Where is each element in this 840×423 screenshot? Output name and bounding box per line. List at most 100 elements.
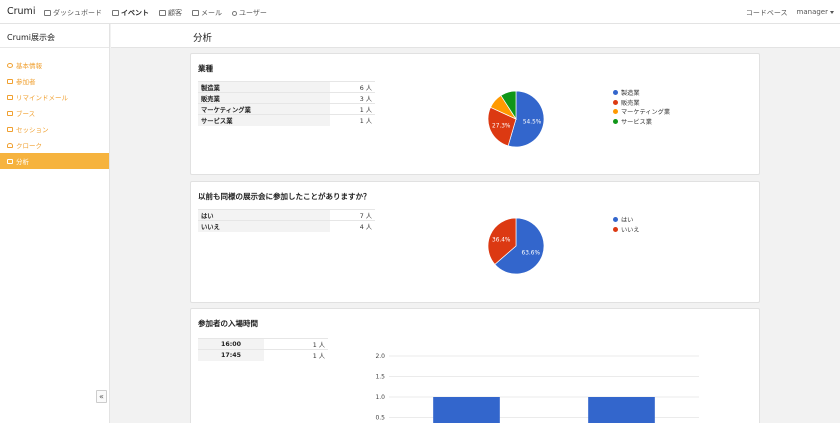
users-icon [7,78,13,84]
entry-table: 16:00 1 人 17:45 1 人 [198,338,328,361]
legend-swatch [613,217,618,223]
previous-card-title: 以前も同様の展示会に参加したことがありますか？ [198,192,371,201]
industry-card-title: 業種 [198,64,213,73]
customers-icon [159,10,166,16]
user-menu-label: manager [796,8,828,16]
industry-card: 業種 製造業 6 人 販売業 3 人 マーケティング業 1 人 サービス業 1 人 54… [190,53,760,175]
table-value: 1 人 [330,114,375,126]
dashboard-icon [44,10,51,16]
y-tick-label: 2.0 [375,353,385,360]
calendar-icon [112,10,119,16]
table-value: 1 人 [264,349,328,361]
sidebar-item-label: 参加者 [16,78,36,86]
sidebar: Crumi展示会 基本情報 参加者 リマインドメール ブース セッション クロー… [0,24,110,423]
table-row: 17:45 1 人 [198,349,328,361]
table-row: 販売業 3 人 [198,92,375,104]
table-value: 6 人 [330,81,375,93]
brand-logo[interactable]: Crumi [7,6,35,17]
industry-pie-chart: 54.5% 27.3% [487,90,545,148]
legend-item: 製造業 [613,88,670,98]
user-menu[interactable]: manager [797,8,834,18]
sidebar-item-session[interactable]: セッション [0,121,109,137]
nav-dashboard-label: ダッシュボード [53,9,102,17]
table-key: はい [198,209,330,221]
booth-icon [7,110,13,116]
table-key: 販売業 [198,92,330,104]
table-key: サービス業 [198,114,330,126]
sidebar-title: Crumi展示会 [0,24,109,48]
nav-mail[interactable]: メール [192,8,222,18]
table-key: 17:45 [198,349,264,361]
codebase-link[interactable]: コードベース [746,8,788,18]
sidebar-item-label: クローク [16,142,42,150]
legend-swatch [613,99,618,105]
bar-chart-icon [7,158,13,164]
pie-slice-label: 27.3% [492,124,511,130]
legend-label: サービス業 [621,118,652,126]
previous-participation-card: 以前も同様の展示会に参加したことがありますか？ はい 7 人 いいえ 4 人 63.… [190,181,760,303]
legend-swatch [613,226,618,232]
legend-item: はい [613,215,640,225]
industry-legend: 製造業 販売業マーケティング業 サービス業 [613,88,670,126]
table-value: 1 人 [330,103,375,115]
nav-users-label: ユーザー [239,9,267,17]
table-value: 4 人 [330,220,375,232]
entry-time-card: 参加者の入場時間 16:00 1 人 17:45 1 人 0.5 1.0 1.5 2.0 [190,308,760,423]
main-nav: ダッシュボード イベント 顧客 メール ユーザー [44,8,267,18]
legend-swatch [613,118,618,124]
nav-dashboard[interactable]: ダッシュボード [44,8,102,18]
mail-icon [192,10,199,16]
y-tick-label: 1.0 [375,394,385,401]
table-row: いいえ 4 人 [198,220,375,232]
table-value: 3 人 [330,92,375,104]
table-value: 1 人 [264,338,328,350]
legend-label: 販売業 [621,99,640,107]
sidebar-item-basic-info[interactable]: 基本情報 [0,57,109,73]
legend-label: マーケティング業 [621,109,671,117]
pie-slice-label: 54.5% [523,119,542,125]
sidebar-item-label: リマインドメール [16,94,68,102]
presentation-icon [7,126,13,132]
y-tick-label: 0.5 [375,415,385,422]
legend-item: いいえ [613,225,640,235]
sidebar-item-cloak[interactable]: クローク [0,137,109,153]
sidebar-item-participants[interactable]: 参加者 [0,73,109,89]
nav-events[interactable]: イベント [112,8,149,18]
legend-label: 製造業 [621,90,640,98]
mail-icon [7,94,13,100]
table-row: マーケティング業 1 人 [198,103,375,115]
table-row: 製造業 6 人 [198,81,375,93]
legend-label: はい [621,217,634,225]
page-header: 分析 [111,24,840,48]
sidebar-collapse-button[interactable]: « [96,390,107,403]
chevron-down-icon [830,10,834,14]
table-key: マーケティング業 [198,103,330,115]
sidebar-menu: 基本情報 参加者 リマインドメール ブース セッション クローク 分析 [0,57,109,169]
legend-item: マーケティング業 [613,107,670,117]
page-title: 分析 [193,33,213,44]
bar-17:45[interactable] [588,397,655,423]
table-key: 製造業 [198,81,330,93]
sidebar-item-booth[interactable]: ブース [0,105,109,121]
previous-pie-chart: 63.6% 36.4% [487,217,545,275]
entry-card-title: 参加者の入場時間 [198,319,258,328]
previous-table: はい 7 人 いいえ 4 人 [198,209,375,232]
table-key: いいえ [198,220,330,232]
table-value: 7 人 [330,209,375,221]
right-nav: コードベース manager [746,8,834,18]
bar-16:00[interactable] [433,397,500,423]
sidebar-item-analytics[interactable]: 分析 [0,153,109,169]
sidebar-item-label: 分析 [16,158,29,166]
legend-label: いいえ [621,226,640,234]
top-navbar: Crumi ダッシュボード イベント 顧客 メール ユーザー コードベース ma… [0,0,840,24]
nav-users[interactable]: ユーザー [232,8,267,18]
sidebar-item-reminder-mail[interactable]: リマインドメール [0,89,109,105]
pie-slice-label: 63.6% [522,251,541,257]
y-tick-label: 1.5 [375,374,385,381]
previous-legend: はい いいえ [613,215,640,234]
industry-table: 製造業 6 人 販売業 3 人 マーケティング業 1 人 サービス業 1 人 [198,81,375,126]
info-icon [7,62,13,68]
nav-customers[interactable]: 顧客 [159,8,182,18]
sidebar-item-label: ブース [16,110,36,118]
pie-slice-label: 36.4% [492,237,511,243]
